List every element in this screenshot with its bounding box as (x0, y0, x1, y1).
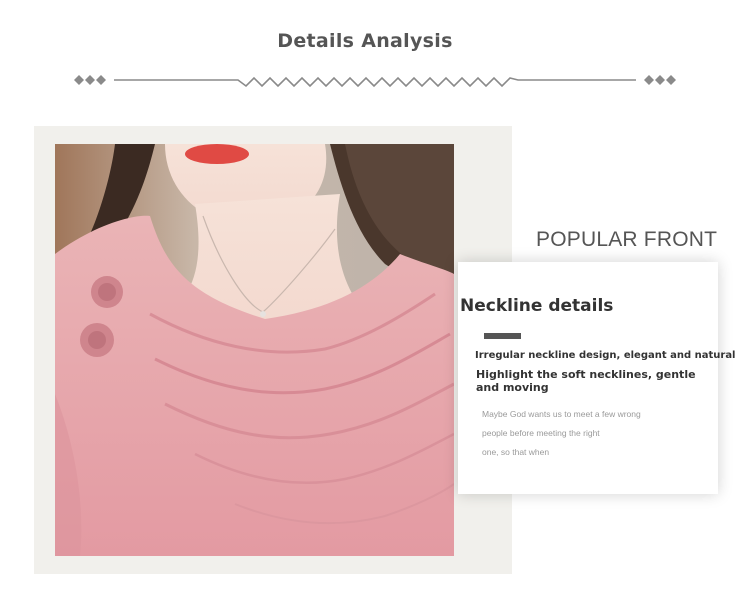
product-photo (55, 144, 454, 556)
card-caption-line: Maybe God wants us to meet a few wrong (482, 409, 641, 419)
detail-card: Neckline details Irregular neckline desi… (458, 262, 736, 494)
card-caption-line: one, so that when (482, 447, 550, 457)
side-label: POPULAR FRONT (536, 228, 718, 251)
page-title: Details Analysis (277, 30, 453, 52)
decorative-divider (74, 75, 676, 88)
card-accent-bar (484, 333, 521, 339)
card-caption-line: people before meeting the right (482, 428, 600, 438)
card-feature-line: Irregular neckline design, elegant and n… (475, 350, 736, 361)
card-heading: Neckline details (460, 296, 614, 316)
card-highlight-line: Highlight the soft necklines, gentle and… (476, 368, 696, 394)
